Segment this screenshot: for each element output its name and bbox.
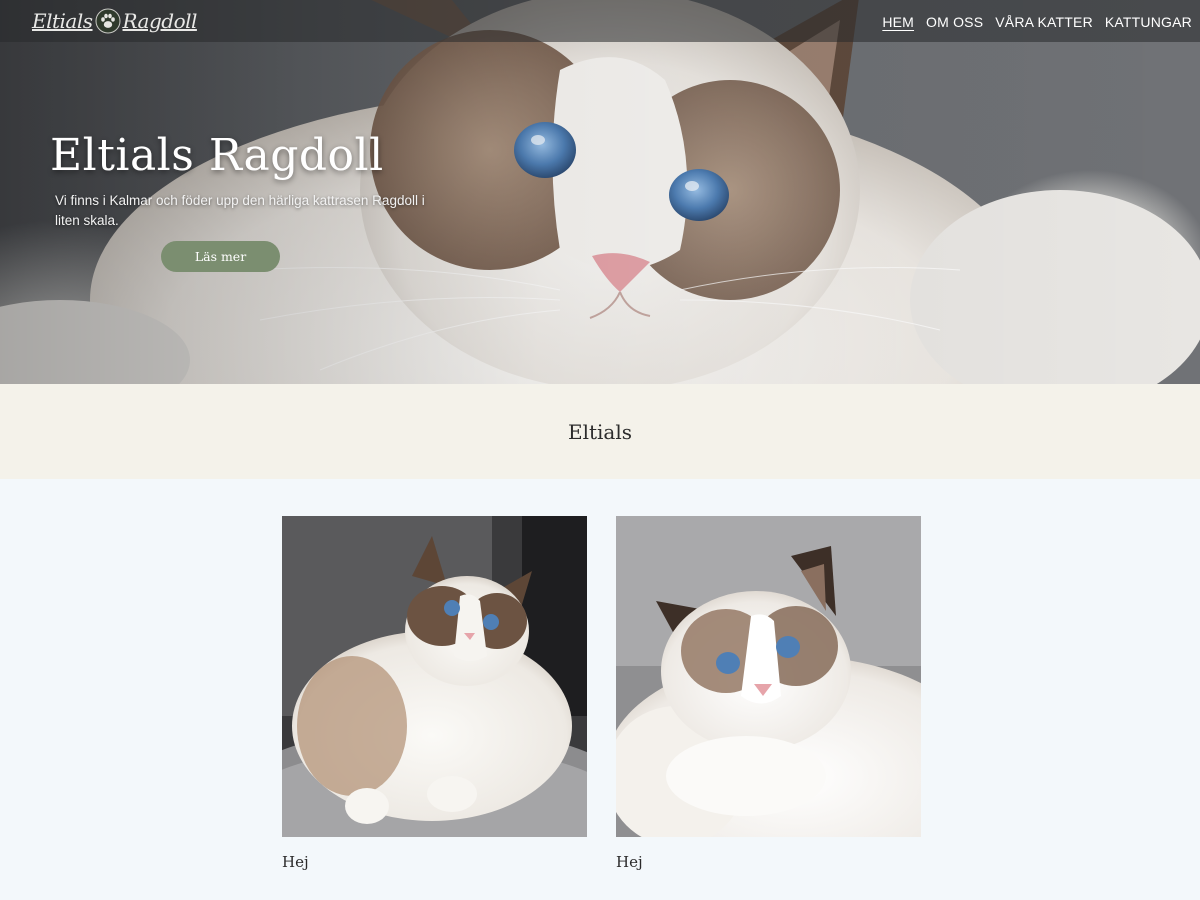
read-more-button[interactable]: Läs mer xyxy=(161,241,280,272)
nav-item-kattungar[interactable]: KATTUNGAR xyxy=(1105,14,1192,30)
main-nav: HEM OM OSS VÅRA KATTER KATTUNGAR xyxy=(882,12,1192,31)
section-title: Eltials xyxy=(567,419,632,444)
cat-card[interactable]: Hej xyxy=(282,516,587,871)
paw-icon xyxy=(95,8,121,34)
logo-text-right: Ragdoll xyxy=(122,9,198,33)
nav-item-om-oss[interactable]: OM OSS xyxy=(926,14,983,30)
cat-cards: Hej Hej xyxy=(282,516,921,871)
site-logo[interactable]: Eltials Ragdoll xyxy=(32,8,197,34)
logo-text-left: Eltials xyxy=(32,9,93,33)
intro-band: Eltials xyxy=(0,384,1200,479)
cat-photo xyxy=(282,516,587,837)
hero-description: Vi finns i Kalmar och föder upp den härl… xyxy=(55,193,425,228)
hero-content: Eltials Ragdoll Vi finns i Kalmar och fö… xyxy=(50,130,430,272)
cat-photo xyxy=(616,516,921,837)
hero-title: Eltials Ragdoll xyxy=(50,130,384,181)
cat-card[interactable]: Hej xyxy=(616,516,921,871)
top-navigation-bar: Eltials Ragdoll HEM OM OSS VÅRA KATTER K… xyxy=(0,0,1200,42)
card-caption: Hej xyxy=(282,853,309,871)
card-caption: Hej xyxy=(616,853,643,871)
hero-section: Eltials Ragdoll Vi finns i Kalmar och fö… xyxy=(0,0,1200,384)
nav-item-hem[interactable]: HEM xyxy=(882,14,914,30)
nav-item-vara-katter[interactable]: VÅRA KATTER xyxy=(995,14,1093,30)
